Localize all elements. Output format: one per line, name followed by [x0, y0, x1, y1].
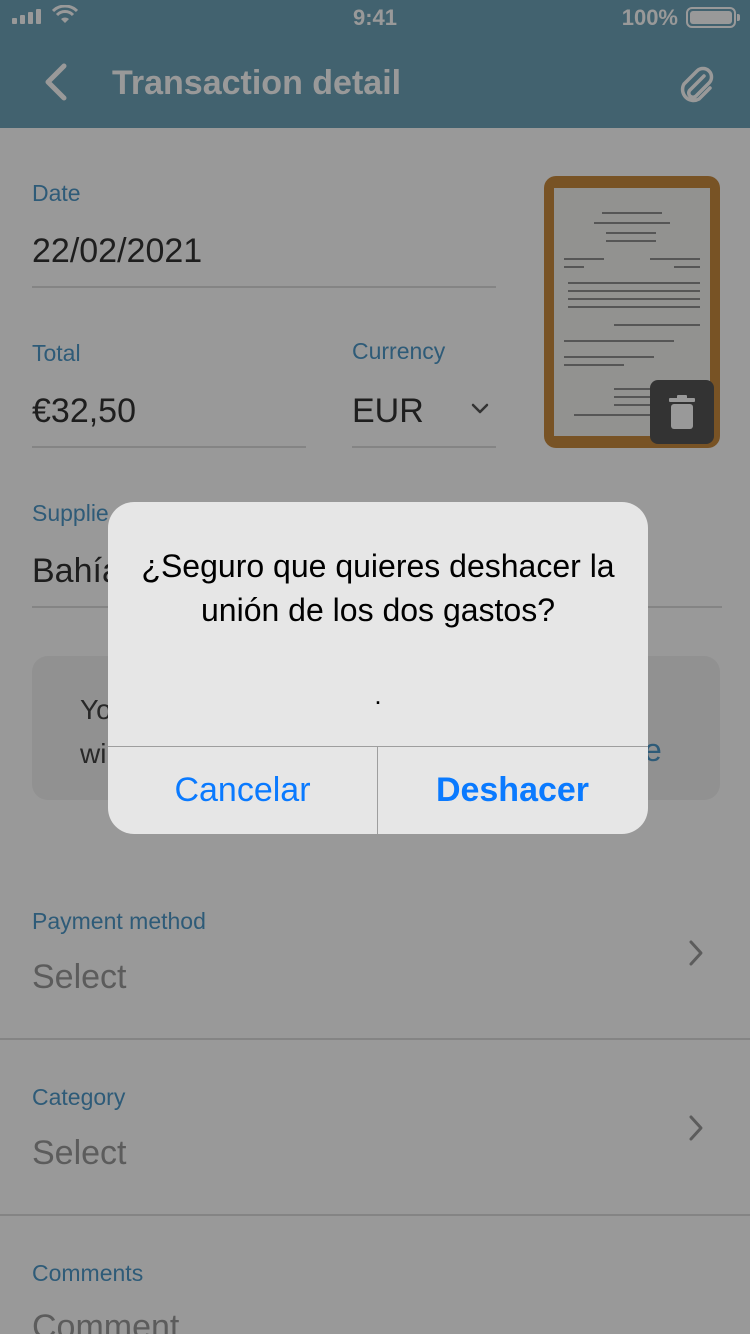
- dialog-message: .: [374, 680, 382, 710]
- confirm-dialog: ¿Seguro que quieres deshacer la unión de…: [108, 502, 648, 834]
- cancel-button[interactable]: Cancelar: [108, 747, 377, 834]
- dialog-title: ¿Seguro que quieres deshacer la unión de…: [141, 548, 615, 628]
- undo-button[interactable]: Deshacer: [378, 747, 647, 834]
